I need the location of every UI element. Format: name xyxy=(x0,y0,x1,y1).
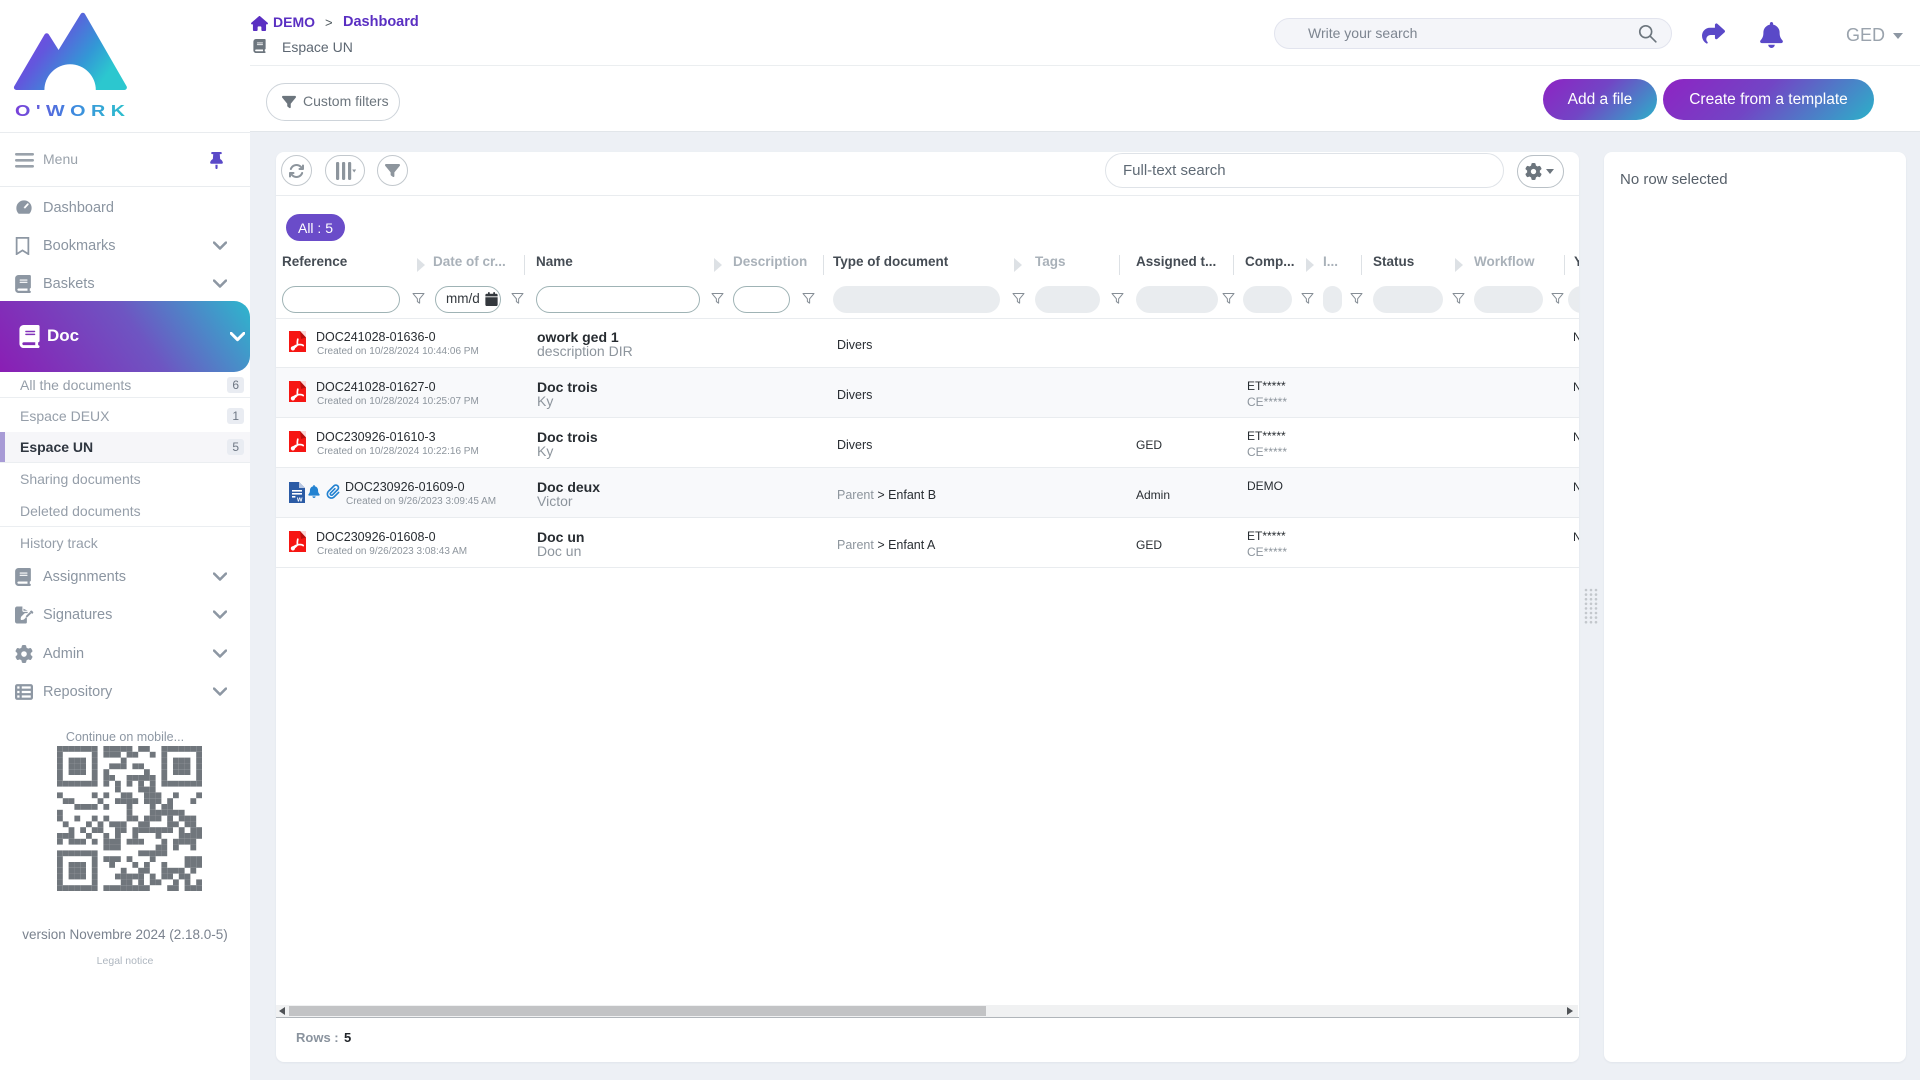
svg-text:O ' W O R K: O ' W O R K xyxy=(15,103,126,120)
